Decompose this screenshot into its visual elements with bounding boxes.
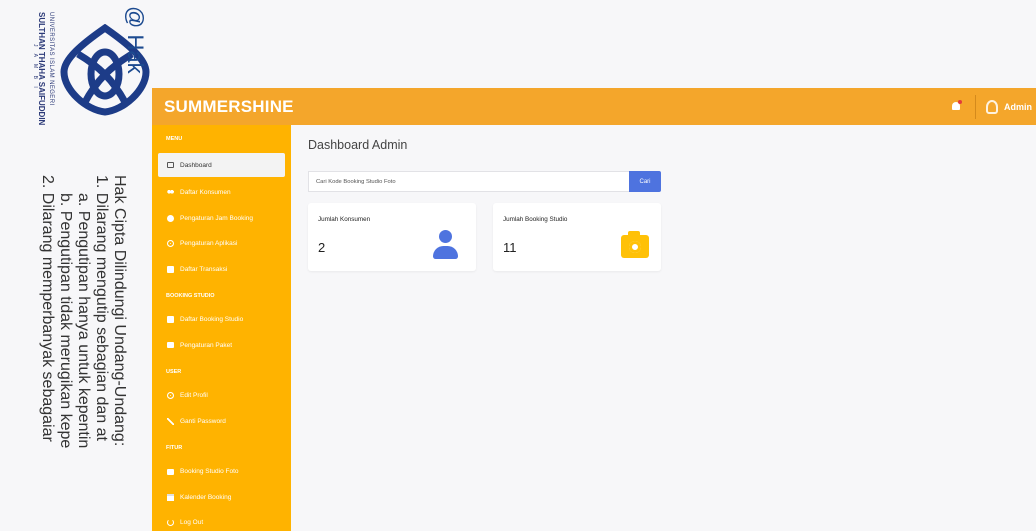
stat-card-konsumen: Jumlah Konsumen 2: [308, 203, 476, 271]
key-icon: [167, 417, 174, 425]
notification-bell-icon[interactable]: [951, 99, 962, 113]
person-icon: [432, 230, 458, 260]
stat-card-value: 2: [318, 240, 326, 255]
search-button[interactable]: Cari: [629, 171, 661, 192]
sidebar-item-label: Log Out: [180, 519, 204, 527]
copyright-notice: Hak Cipta Dilindungi Undang-Undang: 1. D…: [0, 175, 150, 531]
university-name-line1: UNIVERSITAS ISLAM NEGERI: [48, 12, 54, 106]
stat-card-booking-studio: Jumlah Booking Studio 11: [493, 203, 661, 271]
university-name-line2: SULTHAN THAHA SAIFUDDIN: [37, 12, 46, 126]
sidebar-heading: FITUR: [166, 445, 183, 451]
sidebar-item-pengaturan-jam-booking[interactable]: Pengaturan Jam Booking: [152, 206, 291, 232]
sidebar-item-daftar-transaksi[interactable]: Daftar Transaksi: [152, 257, 291, 283]
tv-icon: [167, 468, 174, 475]
sidebar: MENU Dashboard Daftar Konsumen Pengatura…: [152, 125, 291, 531]
book-icon: [167, 316, 174, 324]
sidebar-item-label: Kalender Booking: [180, 493, 232, 501]
users-icon: [167, 189, 174, 197]
gear-icon: [167, 240, 174, 248]
search-input[interactable]: [308, 171, 629, 192]
stat-card-label: Jumlah Konsumen: [318, 216, 371, 223]
copyright-line: 2. Dilarang memperbanyak sebagaiar: [39, 175, 56, 442]
gear-icon: [167, 392, 174, 400]
clock-icon: [167, 214, 174, 222]
copyright-line: 1. Dilarang mengutip sebagian dan at: [93, 175, 110, 441]
sidebar-item-label: Pengaturan Aplikasi: [180, 240, 238, 248]
search-bar: Cari: [308, 171, 661, 192]
user-name[interactable]: Admin: [1004, 102, 1032, 112]
watermark-hak: @ Hak: [123, 6, 148, 74]
sidebar-item-dashboard[interactable]: Dashboard: [158, 153, 285, 177]
sidebar-heading: BOOKING STUDIO: [166, 293, 215, 299]
sidebar-item-pengaturan-aplikasi[interactable]: Pengaturan Aplikasi: [152, 231, 291, 257]
stat-card-label: Jumlah Booking Studio: [503, 216, 568, 223]
sidebar-item-booking-studio-foto[interactable]: Booking Studio Foto: [152, 459, 291, 485]
top-navbar: SUMMERSHINE Admin: [152, 88, 1036, 125]
sidebar-item-label: Edit Profil: [180, 392, 208, 400]
sidebar-item-label: Pengaturan Paket: [180, 341, 233, 349]
brand-title[interactable]: SUMMERSHINE: [164, 97, 294, 117]
sidebar-item-label: Ganti Password: [180, 417, 226, 425]
sidebar-item-label: Booking Studio Foto: [180, 468, 239, 476]
book-icon: [167, 265, 174, 273]
sidebar-item-pengaturan-paket[interactable]: Pengaturan Paket: [152, 333, 291, 359]
sidebar-item-label: Dashboard: [180, 161, 212, 169]
sidebar-heading: MENU: [166, 136, 183, 142]
avatar-icon[interactable]: [986, 99, 998, 114]
calendar-icon: [167, 493, 174, 501]
power-icon: [167, 519, 174, 527]
topbar-divider: [975, 94, 976, 119]
sidebar-item-edit-profil[interactable]: Edit Profil: [152, 383, 291, 409]
sidebar-item-label: Daftar Transaksi: [180, 265, 228, 273]
stat-card-value: 11: [503, 240, 517, 255]
sidebar-item-daftar-booking-studio[interactable]: Daftar Booking Studio: [152, 307, 291, 333]
copyright-line: a. Pengutipan hanya untuk kepentin: [75, 193, 92, 449]
university-name-line3: J A M B I: [32, 44, 38, 91]
sidebar-item-daftar-konsumen[interactable]: Daftar Konsumen: [152, 180, 291, 206]
sidebar-item-label: Daftar Konsumen: [180, 189, 231, 197]
page-title: Dashboard Admin: [308, 138, 408, 152]
sidebar-heading: USER: [166, 369, 182, 375]
university-name: SULTHAN THAHA SAIFUDDIN UNIVERSITAS ISLA…: [32, 4, 56, 154]
topbar-right: Admin: [951, 88, 1036, 125]
sidebar-item-ganti-password[interactable]: Ganti Password: [152, 409, 291, 435]
copyright-line: Hak Cipta Dilindungi Undang-Undang:: [111, 175, 128, 447]
camera-icon: [621, 231, 649, 258]
sidebar-item-label: Daftar Booking Studio: [180, 316, 244, 324]
sidebar-item-log-out[interactable]: Log Out: [152, 510, 291, 531]
sidebar-item-kalender-booking[interactable]: Kalender Booking: [152, 485, 291, 511]
monitor-icon: [167, 162, 174, 168]
tv-icon: [167, 342, 174, 349]
sidebar-item-label: Pengaturan Jam Booking: [180, 214, 253, 222]
copyright-line: b. Pengutipan tidak merugikan kepe: [57, 193, 74, 449]
main-content: Dashboard Admin Cari Jumlah Konsumen 2 J…: [291, 125, 1036, 531]
